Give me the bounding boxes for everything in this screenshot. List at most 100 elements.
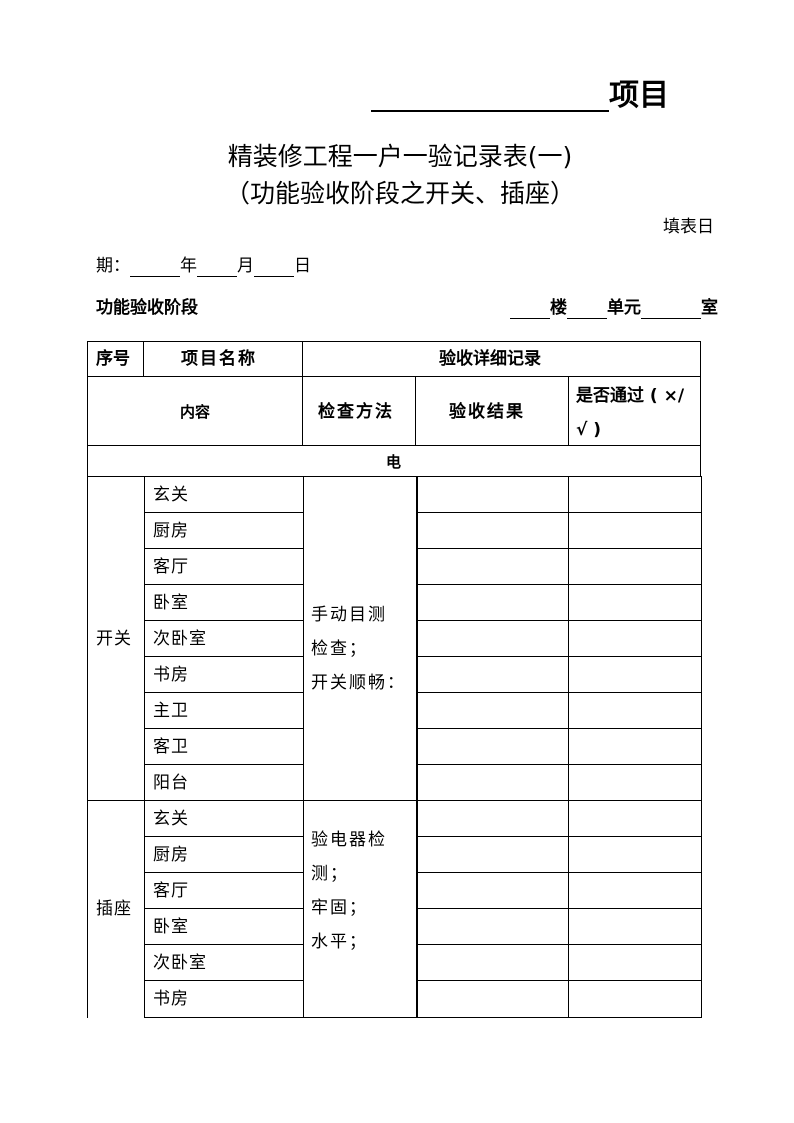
header-content-cell: 内容 <box>87 376 304 447</box>
room-cell: 书房 <box>144 656 304 694</box>
result-input-cell[interactable] <box>417 692 570 730</box>
check-method-cell: 手动目测 检查； 开关顺畅： <box>302 476 417 802</box>
passed-input-cell[interactable] <box>568 836 702 874</box>
result-input-cell[interactable] <box>417 548 570 586</box>
room-cell: 次卧室 <box>144 944 304 982</box>
passed-input-cell[interactable] <box>568 476 702 514</box>
passed-input-cell[interactable] <box>568 764 702 802</box>
result-input-cell[interactable] <box>417 584 570 622</box>
header-passed-cell: 是否通过 ( ×/ √ ) <box>568 376 701 447</box>
passed-input-cell[interactable] <box>568 908 702 946</box>
room-cell: 卧室 <box>144 584 304 622</box>
passed-input-cell[interactable] <box>568 512 702 550</box>
header-detail-record-cell: 验收详细记录 <box>302 341 701 378</box>
header-check-method: 检查方法 <box>318 402 394 422</box>
day-blank[interactable] <box>254 258 294 277</box>
form-title: 精装修工程一户一验记录表(一) <box>227 142 573 171</box>
room-name: 次卧室 <box>153 953 207 973</box>
result-input-cell[interactable] <box>417 620 570 658</box>
header-item-name: 项目名称 <box>181 349 257 369</box>
header-seq: 序号 <box>96 349 130 369</box>
building-label: 楼 <box>550 298 567 318</box>
room-name: 客厅 <box>153 557 189 577</box>
passed-input-cell[interactable] <box>568 692 702 730</box>
check-method-line: 手动目测 <box>311 605 387 625</box>
passed-input-cell[interactable] <box>568 548 702 586</box>
room-cell: 阳台 <box>144 764 304 802</box>
project-label: 项目 <box>609 78 669 113</box>
room-label: 室 <box>701 298 718 318</box>
room-cell: 客厅 <box>144 872 304 910</box>
passed-input-cell[interactable] <box>568 584 702 622</box>
passed-input-cell[interactable] <box>568 872 702 910</box>
result-input-cell[interactable] <box>417 512 570 550</box>
room-cell: 卧室 <box>144 908 304 946</box>
month-label: 月 <box>237 256 254 276</box>
room-cell: 客卫 <box>144 728 304 766</box>
check-method-line: 水平； <box>311 932 368 952</box>
year-label: 年 <box>180 256 197 276</box>
result-input-cell[interactable] <box>417 764 570 802</box>
header-result-cell: 验收结果 <box>415 376 570 447</box>
room-cell: 厨房 <box>144 836 304 874</box>
room-cell: 玄关 <box>144 800 304 838</box>
unit-blank[interactable] <box>567 300 607 319</box>
result-input-cell[interactable] <box>417 944 570 982</box>
room-blank[interactable] <box>641 300 701 319</box>
room-name: 次卧室 <box>153 629 207 649</box>
result-input-cell[interactable] <box>417 836 570 874</box>
building-blank[interactable] <box>510 300 550 319</box>
result-input-cell[interactable] <box>417 476 570 514</box>
check-method-cell: 验电器检测； 牢固； 水平； <box>302 800 417 1018</box>
fill-date-row: 期： 年 月 日 <box>96 255 311 277</box>
room-name: 客卫 <box>153 737 189 757</box>
room-cell: 客厅 <box>144 548 304 586</box>
result-input-cell[interactable] <box>417 656 570 694</box>
check-method-line: 测； <box>311 864 349 884</box>
unit-label: 单元 <box>607 298 641 318</box>
result-input-cell[interactable] <box>417 908 570 946</box>
result-input-cell[interactable] <box>417 980 570 1018</box>
check-method-line: 牢固； <box>311 898 368 918</box>
category-cell: 插座 <box>87 800 145 1018</box>
project-name-blank[interactable] <box>371 110 609 112</box>
year-blank[interactable] <box>130 258 180 277</box>
check-method-line: 验电器检 <box>311 830 387 850</box>
passed-input-cell[interactable] <box>568 800 702 838</box>
room-name: 主卫 <box>153 701 189 721</box>
passed-input-cell[interactable] <box>568 980 702 1018</box>
category-label: 插座 <box>96 899 132 919</box>
passed-input-cell[interactable] <box>568 728 702 766</box>
address-row: 楼 单元 室 <box>510 297 718 319</box>
day-label: 日 <box>294 256 311 276</box>
header-seq-cell: 序号 <box>87 341 145 378</box>
header-item-name-cell: 项目名称 <box>143 341 304 378</box>
passed-input-cell[interactable] <box>568 620 702 658</box>
room-name: 书房 <box>153 665 189 685</box>
room-cell: 玄关 <box>144 476 304 514</box>
section-electric-row: 电 <box>87 445 701 478</box>
room-name: 玄关 <box>153 485 189 505</box>
room-cell: 厨房 <box>144 512 304 550</box>
room-name: 客厅 <box>153 881 189 901</box>
result-input-cell[interactable] <box>417 800 570 838</box>
room-name: 卧室 <box>153 917 189 937</box>
header-passed-line2: √ ) <box>576 420 602 440</box>
room-name: 阳台 <box>153 773 189 793</box>
room-name: 书房 <box>153 989 189 1009</box>
passed-input-cell[interactable] <box>568 656 702 694</box>
room-name: 厨房 <box>153 521 189 541</box>
room-cell: 书房 <box>144 980 304 1018</box>
category-cell: 开关 <box>87 476 145 802</box>
check-method-line: 检查； <box>311 639 368 659</box>
room-name: 玄关 <box>153 809 189 829</box>
result-input-cell[interactable] <box>417 728 570 766</box>
passed-input-cell[interactable] <box>568 944 702 982</box>
section-electric-label: 电 <box>386 453 402 471</box>
room-cell: 次卧室 <box>144 620 304 658</box>
result-input-cell[interactable] <box>417 872 570 910</box>
category-label: 开关 <box>96 629 132 649</box>
room-name: 卧室 <box>153 593 189 613</box>
month-blank[interactable] <box>197 258 237 277</box>
fill-date-label: 填表日 <box>663 217 714 237</box>
